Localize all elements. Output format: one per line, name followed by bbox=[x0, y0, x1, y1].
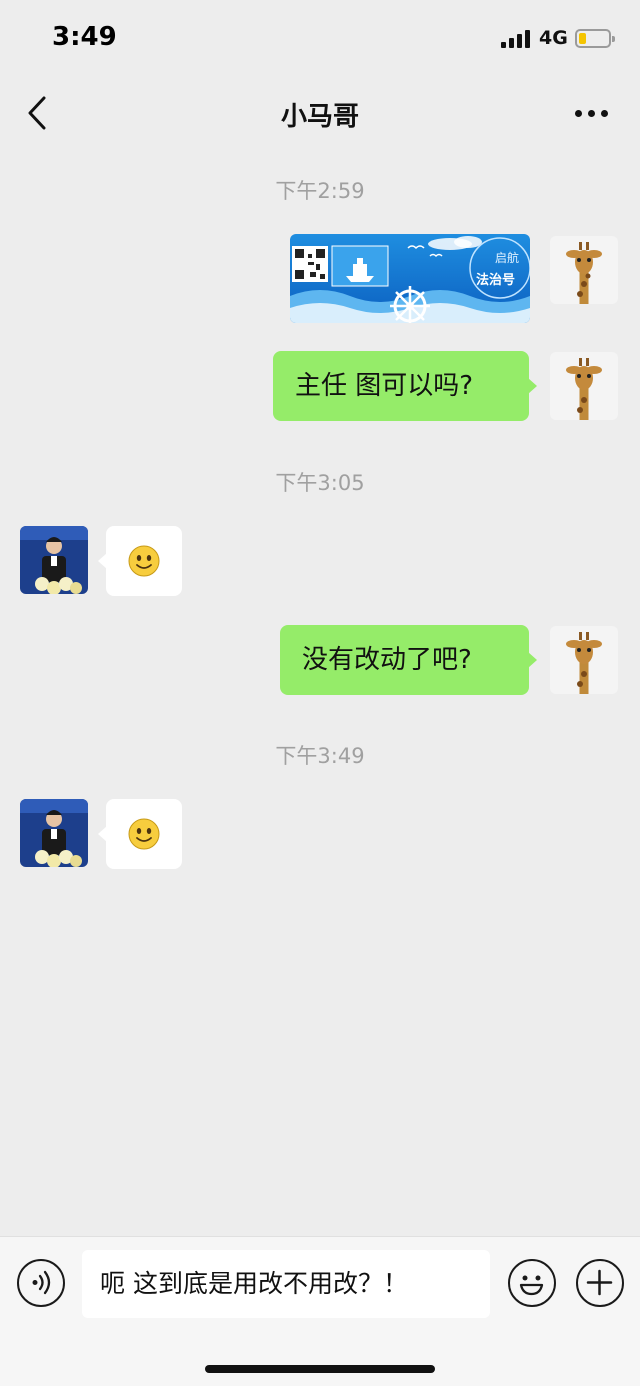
home-indicator bbox=[205, 1365, 435, 1373]
plus-icon bbox=[586, 1269, 613, 1296]
image-caption-small: 启航 bbox=[495, 250, 519, 265]
add-button[interactable] bbox=[576, 1259, 624, 1307]
more-icon[interactable] bbox=[575, 110, 609, 118]
message-bubble-me[interactable]: 没有改动了吧? bbox=[280, 625, 537, 695]
voice-icon bbox=[32, 1270, 51, 1295]
image-message[interactable]: 启航 法治号 bbox=[290, 234, 530, 323]
smile-emoji-icon bbox=[128, 545, 160, 577]
timestamp: 下午2:59 bbox=[275, 179, 365, 203]
network-label: 4G bbox=[539, 27, 568, 49]
my-avatar[interactable] bbox=[550, 236, 618, 304]
emoji-icon bbox=[519, 1275, 544, 1296]
status-bar: 3:49 4G bbox=[0, 0, 640, 80]
timestamp: 下午3:49 bbox=[275, 744, 365, 768]
my-avatar[interactable] bbox=[550, 352, 618, 420]
emoji-button[interactable] bbox=[508, 1259, 556, 1307]
my-avatar[interactable] bbox=[550, 626, 618, 694]
message-bubble-contact[interactable] bbox=[98, 526, 182, 596]
chat-title: 小马哥 bbox=[280, 102, 359, 132]
input-bar: 呃 这到底是用改不用改？！ bbox=[0, 1236, 640, 1386]
smile-emoji-icon bbox=[128, 818, 160, 850]
message-input[interactable]: 呃 这到底是用改不用改？！ bbox=[82, 1250, 490, 1318]
contact-avatar[interactable] bbox=[20, 799, 88, 867]
status-time: 3:49 bbox=[52, 22, 117, 52]
signal-icon bbox=[501, 30, 533, 48]
nav-bar: 小马哥 bbox=[0, 80, 640, 146]
message-bubble-contact[interactable] bbox=[98, 799, 182, 869]
voice-button[interactable] bbox=[17, 1259, 65, 1307]
contact-avatar[interactable] bbox=[20, 526, 88, 594]
timestamp: 下午3:05 bbox=[275, 471, 365, 495]
image-caption: 法治号 bbox=[476, 272, 515, 288]
message-bubble-me[interactable]: 主任 图可以吗? bbox=[273, 351, 537, 421]
battery-icon bbox=[575, 29, 615, 48]
